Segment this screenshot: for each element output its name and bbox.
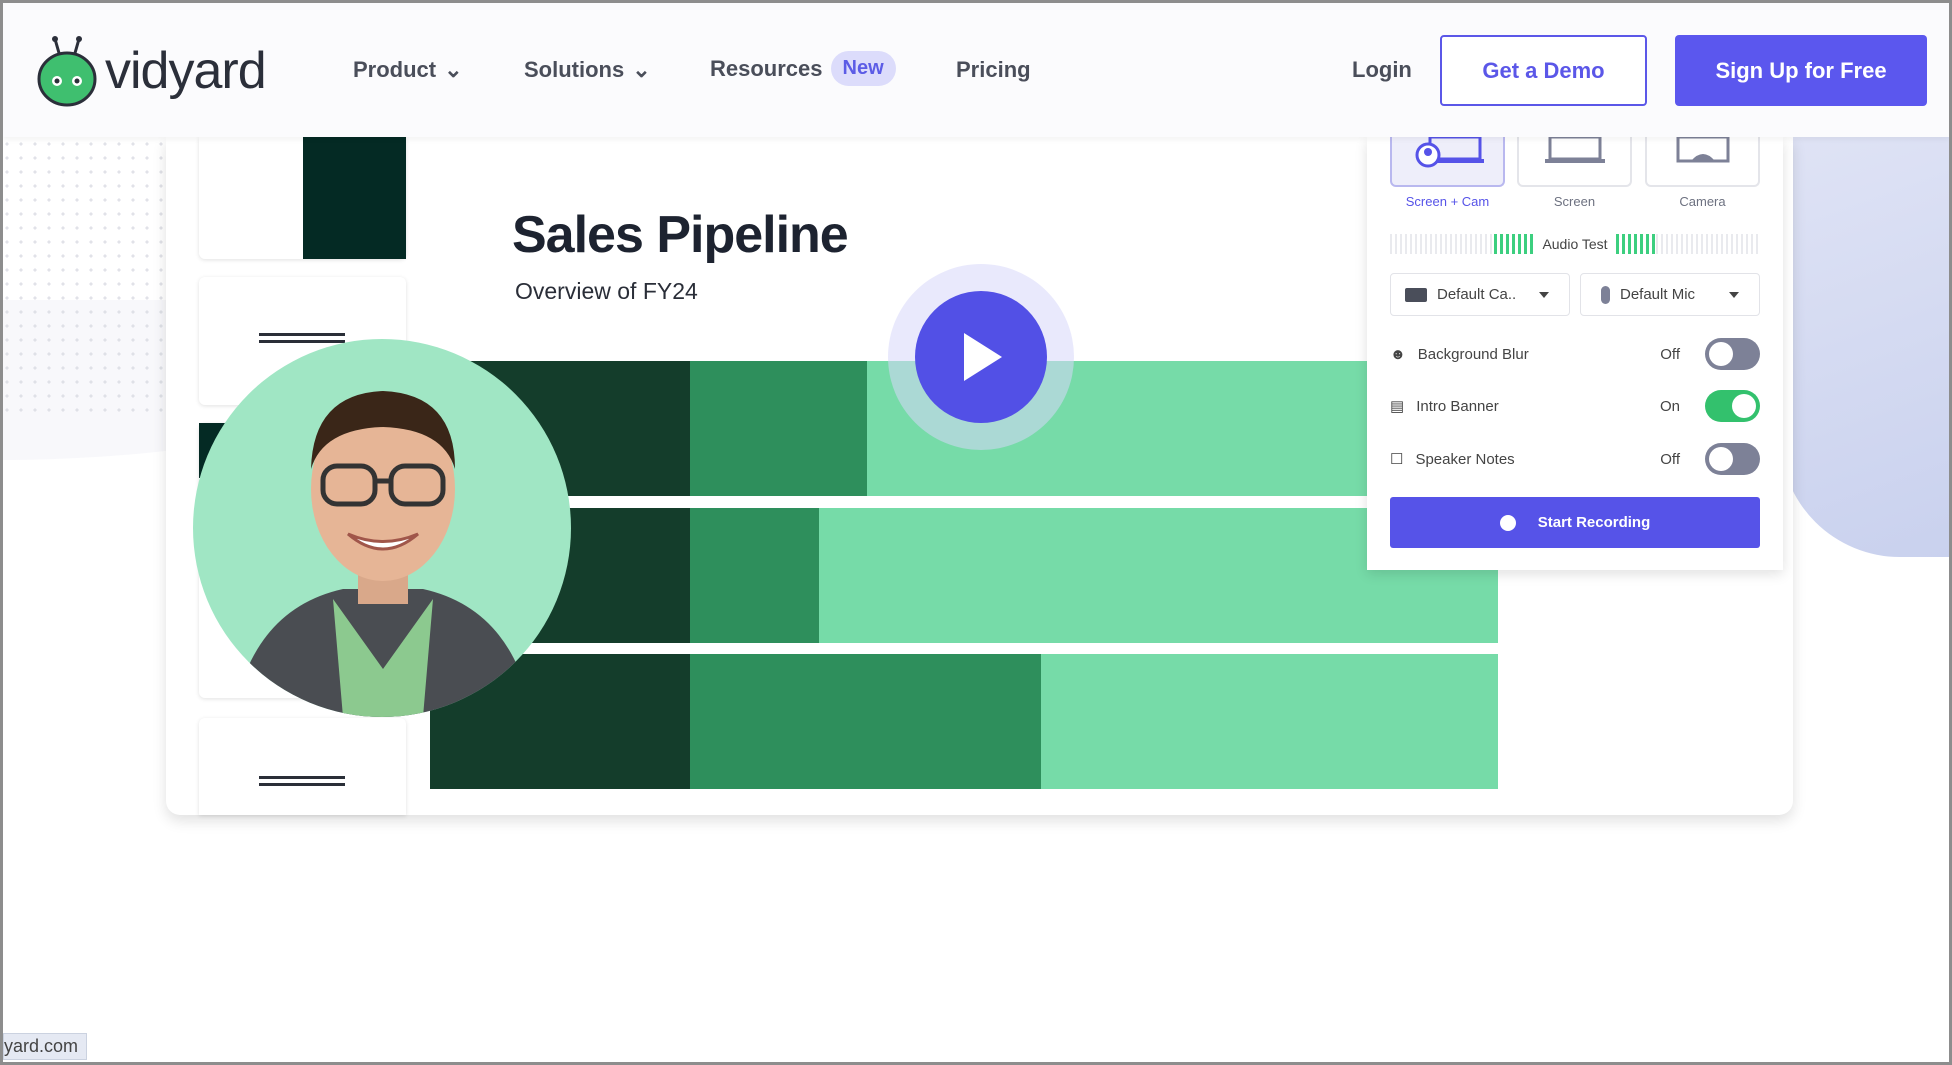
thumbnail-dark-block (303, 137, 406, 259)
nav-product[interactable]: Product ⌄ (353, 57, 463, 83)
bar-segment-mid (690, 361, 867, 496)
caret-down-icon (1729, 292, 1739, 303)
mode-screen-cam[interactable] (1390, 137, 1505, 187)
chevron-down-icon: ⌄ (632, 57, 651, 82)
screen-icon (1544, 137, 1605, 163)
background-blur-toggle[interactable] (1705, 338, 1760, 370)
meter-idle (1390, 234, 1495, 254)
audio-test-label: Audio Test (1542, 236, 1608, 252)
mode-label: Camera (1679, 194, 1726, 209)
option-label: Speaker Notes (1415, 450, 1515, 468)
meter-level (1615, 234, 1656, 254)
get-demo-button[interactable]: Get a Demo (1440, 35, 1647, 106)
video-camera-icon (1405, 287, 1427, 302)
meter-idle (1655, 234, 1760, 254)
option-label: Background Blur (1417, 345, 1529, 363)
presenter-photo (233, 391, 533, 717)
meter-level (1494, 234, 1535, 254)
start-recording-label: Start Recording (1537, 514, 1651, 531)
screen-cam-icon (1415, 137, 1484, 168)
camera-person-icon (1676, 137, 1729, 163)
login-link[interactable]: Login (1352, 57, 1412, 83)
microphone-icon (1601, 285, 1610, 304)
id-card-icon: ▤ (1390, 398, 1405, 415)
mode-camera[interactable] (1645, 137, 1760, 187)
top-nav: vidyard Product ⌄ Solutions ⌄ Resources New… (3, 3, 1949, 137)
slide-thumbnail[interactable] (199, 137, 406, 259)
thumbnail-lines (259, 333, 345, 343)
audio-test-meter: Audio Test (1390, 233, 1760, 255)
option-background-blur: ☻ Background Blur Off (1390, 338, 1760, 370)
option-intro-banner: ▤ Intro Banner On (1390, 390, 1760, 422)
mode-screen[interactable] (1517, 137, 1632, 187)
nav-pricing-label: Pricing (956, 57, 1031, 82)
option-state: On (1659, 397, 1680, 415)
recorder-panel: Screen + Cam Screen Camera Audio Test De… (1367, 137, 1783, 570)
play-button[interactable] (915, 291, 1047, 423)
new-badge: New (830, 51, 896, 86)
mode-label: Screen (1553, 194, 1596, 209)
bar-segment-light (1041, 654, 1498, 789)
nav-solutions-label: Solutions (524, 57, 625, 82)
vidyard-logo[interactable]: vidyard (35, 35, 267, 107)
nav-pricing[interactable]: Pricing (956, 57, 1031, 83)
option-state: Off (1660, 345, 1680, 363)
play-icon (964, 333, 1002, 381)
vidyard-robot-icon (37, 36, 97, 107)
note-icon: ☐ (1390, 451, 1404, 468)
mode-label: Screen + Cam (1405, 194, 1490, 209)
camera-select[interactable]: Default Ca.. (1390, 273, 1570, 316)
mic-select[interactable]: Default Mic (1580, 273, 1760, 316)
background-blob (1780, 137, 1952, 557)
status-bar-url: yard.com (3, 1033, 88, 1060)
start-recording-button[interactable]: Start Recording (1390, 497, 1760, 548)
caret-down-icon (1539, 292, 1549, 303)
speaker-notes-toggle[interactable] (1705, 443, 1760, 475)
option-speaker-notes: ☐ Speaker Notes Off (1390, 443, 1760, 475)
slide-subtitle: Overview of FY24 (515, 278, 698, 304)
record-dot-icon (1499, 514, 1516, 531)
logo-wordmark: vidyard (105, 42, 267, 100)
sign-up-button[interactable]: Sign Up for Free (1675, 35, 1927, 106)
nav-resources-label: Resources (710, 55, 823, 81)
background-blur-icon: ☻ (1390, 345, 1406, 363)
intro-banner-toggle[interactable] (1705, 390, 1760, 422)
background-dots (0, 137, 166, 417)
thumbnail-lines (259, 776, 345, 786)
camera-select-value: Default Ca.. (1437, 286, 1517, 303)
nav-resources[interactable]: Resources New (710, 51, 896, 86)
nav-solutions[interactable]: Solutions ⌄ (524, 57, 651, 83)
slide-thumbnail[interactable] (199, 718, 406, 815)
bar-segment-mid (690, 654, 1042, 789)
chevron-down-icon: ⌄ (444, 57, 463, 82)
presenter-avatar (193, 339, 571, 717)
option-state: Off (1660, 450, 1680, 468)
nav-product-label: Product (353, 57, 437, 82)
bar-segment-mid (690, 508, 820, 643)
slide-title: Sales Pipeline (512, 206, 849, 264)
mic-select-value: Default Mic (1620, 286, 1696, 303)
option-label: Intro Banner (1416, 397, 1499, 415)
